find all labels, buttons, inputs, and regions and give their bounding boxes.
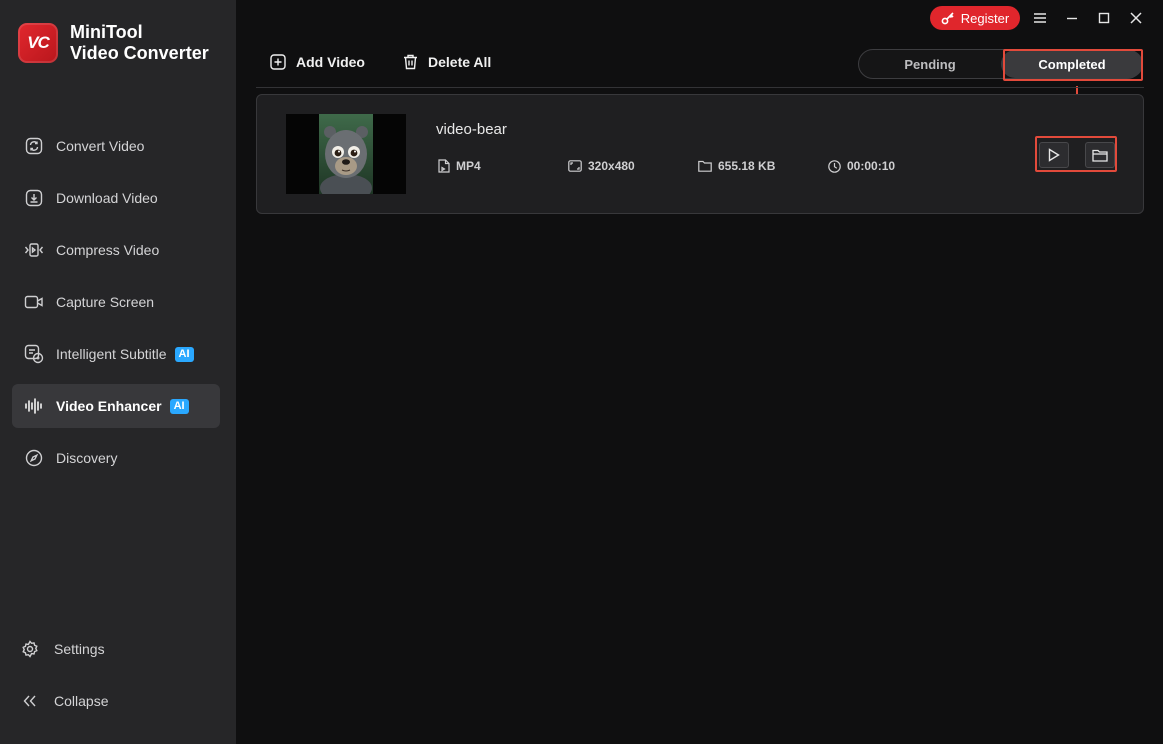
convert-icon <box>24 136 44 156</box>
add-video-button[interactable]: Add Video <box>270 54 365 70</box>
add-video-label: Add Video <box>296 54 365 70</box>
sidebar-item-download-video[interactable]: Download Video <box>12 176 220 220</box>
clock-icon <box>828 159 841 173</box>
maximize-icon <box>1098 12 1110 24</box>
compress-icon <box>24 240 44 260</box>
delete-all-button[interactable]: Delete All <box>403 54 491 70</box>
sidebar-item-label: Discovery <box>56 450 118 466</box>
sidebar-item-discovery[interactable]: Discovery <box>12 436 220 480</box>
menu-button[interactable] <box>1030 8 1050 28</box>
key-icon <box>941 11 955 25</box>
folder-icon <box>1092 149 1108 162</box>
sidebar-item-compress-video[interactable]: Compress Video <box>12 228 220 272</box>
open-folder-button[interactable] <box>1085 142 1115 168</box>
waveform-icon <box>24 396 44 416</box>
video-card: video-bear MP4 320x480 655.18 KB 00:00:1… <box>256 94 1144 214</box>
bear-image <box>319 114 373 194</box>
close-button[interactable] <box>1126 8 1146 28</box>
resolution-icon <box>568 160 582 172</box>
ai-badge: AI <box>174 346 194 362</box>
minimize-button[interactable] <box>1062 8 1082 28</box>
hamburger-icon <box>1034 13 1046 23</box>
collapse-label: Collapse <box>54 693 109 709</box>
play-button[interactable] <box>1039 142 1069 168</box>
settings-label: Settings <box>54 641 105 657</box>
register-button[interactable]: Register <box>930 6 1020 30</box>
tab-pending[interactable]: Pending <box>859 50 1001 78</box>
video-format: MP4 <box>438 159 481 173</box>
download-icon <box>24 188 44 208</box>
sidebar-item-label: Convert Video <box>56 138 145 154</box>
close-icon <box>1130 12 1142 24</box>
video-name: video-bear <box>436 121 507 138</box>
video-duration: 00:00:10 <box>828 159 895 173</box>
delete-all-label: Delete All <box>428 54 492 70</box>
ai-badge: AI <box>169 398 189 414</box>
folder-icon <box>698 160 712 172</box>
sidebar-item-label: Intelligent Subtitle <box>56 346 167 362</box>
subtitle-icon <box>24 344 44 364</box>
video-thumbnail <box>286 114 406 194</box>
video-resolution: 320x480 <box>568 159 635 173</box>
plus-square-icon <box>270 54 286 70</box>
camera-icon <box>24 292 44 312</box>
toolbar-divider <box>256 87 1144 88</box>
double-chevron-left-icon <box>20 691 40 711</box>
sidebar: VC MiniTool Video Converter Convert Vide… <box>0 0 236 744</box>
sidebar-item-label: Video Enhancer <box>56 398 162 414</box>
file-icon <box>438 159 450 173</box>
gear-icon <box>20 639 40 659</box>
minimize-icon <box>1067 17 1077 20</box>
sidebar-item-label: Compress Video <box>56 242 160 258</box>
sidebar-item-video-enhancer[interactable]: Video Enhancer AI <box>12 384 220 428</box>
sidebar-nav: Convert Video Download Video Compress Vi… <box>12 124 220 488</box>
app-logo: VC <box>18 23 58 63</box>
sidebar-item-capture-screen[interactable]: Capture Screen <box>12 280 220 324</box>
brand-name-line2: Video Converter <box>70 43 209 63</box>
trash-icon <box>403 54 418 70</box>
status-tabs: Pending Completed <box>858 49 1143 79</box>
sidebar-item-label: Capture Screen <box>56 294 155 310</box>
sidebar-item-label: Download Video <box>56 190 158 206</box>
play-icon <box>1048 148 1060 162</box>
settings-button[interactable]: Settings <box>20 637 220 661</box>
brand-name-line1: MiniTool <box>70 22 143 42</box>
maximize-button[interactable] <box>1094 8 1114 28</box>
register-label: Register <box>960 10 1010 26</box>
collapse-button[interactable]: Collapse <box>20 689 220 713</box>
compass-icon <box>24 448 44 468</box>
tab-completed[interactable]: Completed <box>1001 50 1143 78</box>
sidebar-item-intelligent-subtitle[interactable]: Intelligent Subtitle AI <box>12 332 220 376</box>
sidebar-item-convert-video[interactable]: Convert Video <box>12 124 220 168</box>
video-size: 655.18 KB <box>698 159 775 173</box>
brand: VC MiniTool Video Converter <box>18 22 209 64</box>
video-actions <box>1035 136 1117 172</box>
